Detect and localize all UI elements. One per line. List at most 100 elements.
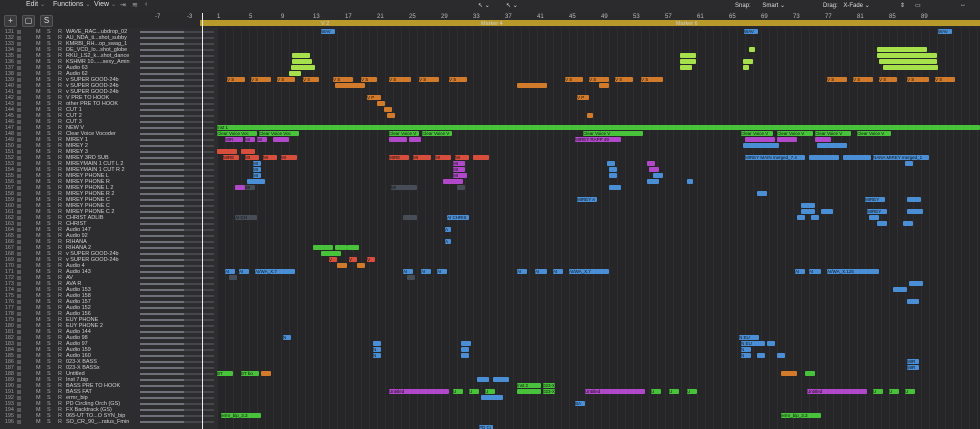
region[interactable] — [893, 287, 907, 292]
region[interactable] — [389, 137, 407, 142]
region[interactable] — [843, 155, 871, 160]
region[interactable] — [817, 143, 847, 148]
region[interactable]: Inst 1 — [217, 125, 980, 130]
edit-menu[interactable]: Edit ⌄ — [26, 1, 45, 8]
region[interactable]: MI — [245, 137, 255, 142]
region[interactable] — [357, 263, 365, 268]
region[interactable] — [335, 83, 365, 88]
region[interactable] — [883, 65, 938, 70]
region[interactable]: MI — [455, 155, 469, 160]
region[interactable] — [377, 101, 385, 106]
region[interactable]: MI — [435, 155, 451, 160]
region[interactable] — [649, 167, 659, 172]
region[interactable]: Inst 2 — [517, 383, 541, 388]
region[interactable] — [877, 47, 927, 52]
region[interactable]: A — [445, 239, 451, 244]
region[interactable] — [289, 71, 301, 76]
region[interactable]: V S — [879, 77, 897, 82]
region[interactable] — [869, 215, 879, 220]
region[interactable]: AI — [809, 269, 821, 274]
region[interactable] — [907, 209, 923, 214]
region[interactable]: MIRE — [223, 155, 239, 160]
region[interactable] — [767, 341, 775, 346]
region[interactable] — [903, 221, 913, 226]
bar-ruler[interactable]: -7 -3 1 5 9 13 17 21 25 29 33 37 41 45 49 53 57 61 65 69 73 7… — [155, 13, 980, 29]
region[interactable] — [877, 53, 937, 58]
region[interactable]: V S — [333, 77, 353, 82]
region[interactable]: U — [651, 389, 661, 394]
region[interactable] — [805, 371, 815, 376]
zoom-icon[interactable]: ‹ — [145, 1, 147, 8]
region[interactable]: MIREY RAPP 49 — [575, 137, 621, 142]
region[interactable]: N EU — [739, 335, 759, 340]
region[interactable]: V P — [577, 95, 589, 100]
region[interactable]: MI — [253, 161, 261, 166]
global-solo-button[interactable]: S — [40, 15, 53, 27]
region[interactable] — [749, 47, 755, 52]
region[interactable] — [680, 65, 692, 70]
region[interactable]: Clear Voice V — [777, 131, 813, 136]
region[interactable]: Clear Voice Voc — [217, 131, 257, 136]
region[interactable] — [777, 137, 797, 142]
region[interactable]: MI — [245, 155, 259, 160]
region[interactable] — [680, 53, 696, 58]
region[interactable] — [877, 221, 887, 226]
region[interactable]: V S — [565, 77, 583, 82]
region[interactable] — [457, 185, 465, 190]
region[interactable]: U — [889, 389, 899, 394]
region[interactable]: AI/WA_X.7 — [569, 269, 609, 274]
region[interactable]: N — [373, 353, 381, 358]
region[interactable]: Untitled — [389, 389, 449, 394]
region[interactable]: U — [669, 389, 679, 394]
region[interactable]: V S — [303, 77, 319, 82]
region[interactable] — [477, 377, 489, 382]
region[interactable]: U — [873, 389, 883, 394]
region[interactable]: V S — [419, 77, 439, 82]
region[interactable]: BT — [217, 371, 233, 376]
region[interactable] — [801, 209, 815, 214]
region[interactable]: V S — [389, 77, 411, 82]
region[interactable]: BT bo — [241, 371, 259, 376]
region[interactable] — [905, 161, 913, 166]
cycle-region[interactable] — [200, 20, 980, 26]
region[interactable] — [229, 275, 237, 280]
region[interactable]: MIREY — [865, 197, 885, 202]
region[interactable] — [517, 389, 541, 394]
region[interactable]: AI/WA_X.125 — [827, 269, 879, 274]
snap-control[interactable]: Snap: Smart ⌄ — [735, 2, 785, 9]
region[interactable]: AI — [795, 269, 805, 274]
region[interactable]: A — [445, 227, 451, 232]
region[interactable]: U — [485, 389, 495, 394]
region[interactable]: AI — [517, 269, 527, 274]
region[interactable]: MI — [453, 167, 465, 172]
region[interactable]: AI — [553, 269, 563, 274]
waveform-zoom-icon[interactable]: ⇕ — [900, 2, 905, 9]
region[interactable]: MI — [391, 185, 417, 190]
region[interactable]: AI CH — [235, 215, 257, 220]
region[interactable] — [797, 215, 805, 220]
region[interactable]: U — [687, 389, 697, 394]
region[interactable]: U — [905, 389, 915, 394]
marker-6[interactable]: Marker 6 — [676, 21, 698, 27]
region[interactable]: NANA MIREY merged_1 — [873, 155, 929, 160]
region[interactable]: Clear Voice V — [815, 131, 851, 136]
region[interactable]: U — [453, 389, 463, 394]
mute-button[interactable]: M — [36, 419, 41, 425]
region[interactable]: WAV — [938, 29, 952, 34]
region[interactable] — [217, 149, 237, 154]
region[interactable]: MI — [281, 155, 297, 160]
region[interactable] — [815, 137, 831, 142]
region[interactable]: MI — [453, 161, 465, 166]
marker-v2[interactable]: V 2 — [321, 21, 329, 27]
region[interactable]: V S — [251, 77, 271, 82]
region[interactable] — [535, 83, 547, 88]
region[interactable] — [292, 59, 312, 64]
region[interactable]: N — [283, 335, 291, 340]
region[interactable]: Clear Voice V — [857, 131, 891, 136]
flex-icon[interactable]: ≋ — [132, 1, 138, 9]
region[interactable]: V — [367, 257, 375, 262]
region[interactable]: AI — [437, 269, 447, 274]
region[interactable] — [461, 341, 471, 346]
region[interactable]: V S — [589, 77, 609, 82]
region[interactable] — [443, 179, 463, 184]
